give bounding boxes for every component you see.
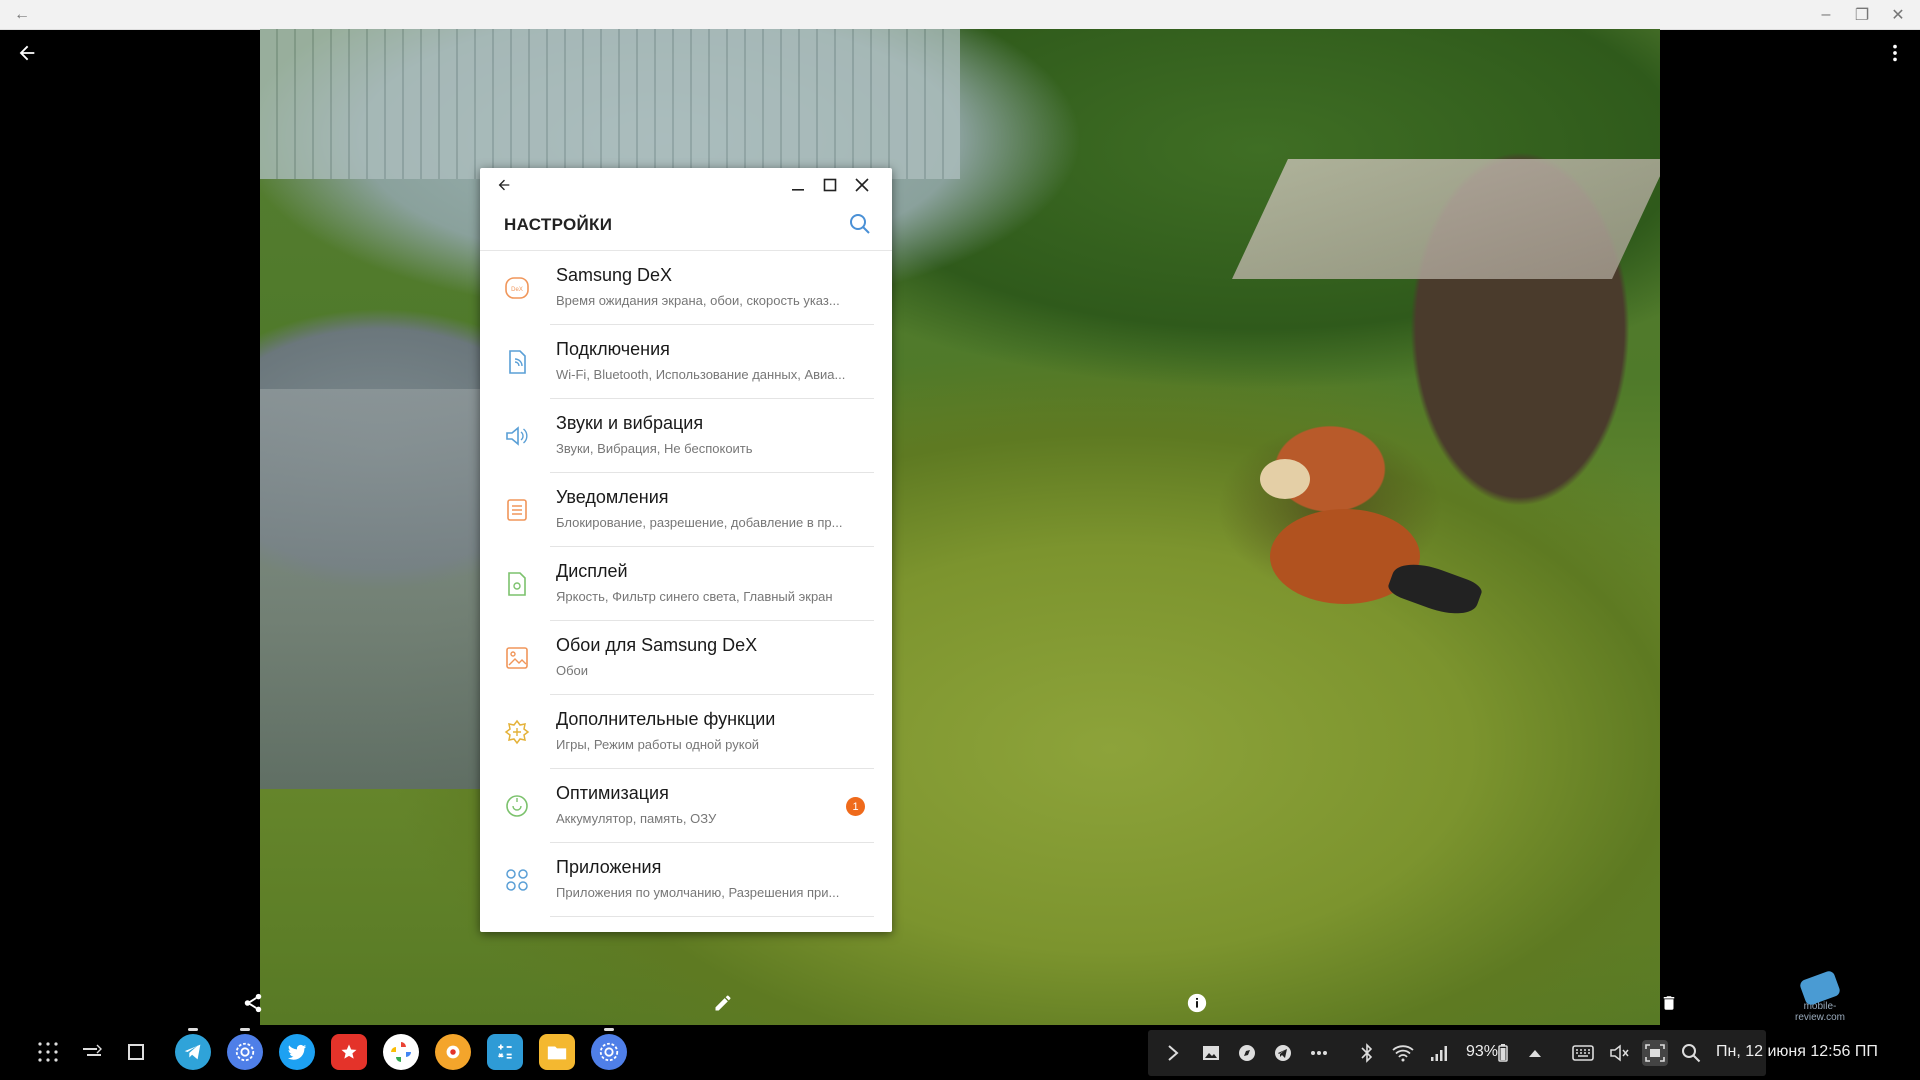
- wifi-icon[interactable]: [1390, 1040, 1416, 1066]
- minimize-button[interactable]: –: [1808, 0, 1844, 29]
- settings-item-notifications[interactable]: Уведомления Блокирование, разрешение, до…: [480, 473, 892, 547]
- wallpaper-icon: [504, 645, 530, 671]
- page-title: НАСТРОЙКИ: [504, 215, 613, 234]
- signal-strength-icon[interactable]: [1426, 1040, 1452, 1066]
- settings-item-apps[interactable]: Приложения Приложения по умолчанию, Разр…: [480, 843, 892, 917]
- more-options-icon[interactable]: [1878, 36, 1912, 70]
- date-time[interactable]: Пн, 12 июня 12:56 ПП: [1716, 1043, 1878, 1061]
- settings-item-display[interactable]: Дисплей Яркость, Фильтр синего света, Гл…: [480, 547, 892, 621]
- close-button[interactable]: ✕: [1880, 0, 1916, 29]
- recent-apps-icon[interactable]: [74, 1034, 110, 1070]
- info-icon[interactable]: [1180, 986, 1214, 1020]
- gallery-back-icon[interactable]: [10, 36, 44, 70]
- settings-app-icon[interactable]: [227, 1034, 263, 1070]
- settings-list: DeX Samsung DeX Время ожидания экрана, о…: [480, 251, 892, 917]
- settings-app-icon-2[interactable]: [591, 1034, 627, 1070]
- connections-icon: [504, 349, 530, 375]
- settings-item-samsung-dex[interactable]: DeX Samsung DeX Время ожидания экрана, о…: [480, 251, 892, 325]
- photos-app-icon[interactable]: [383, 1034, 419, 1070]
- compass-icon[interactable]: [1234, 1040, 1260, 1066]
- keyboard-icon[interactable]: [1570, 1040, 1596, 1066]
- search-icon-taskbar[interactable]: [1678, 1040, 1704, 1066]
- settings-item-connections[interactable]: Подключения Wi-Fi, Bluetooth, Использова…: [480, 325, 892, 399]
- svg-text:DeX: DeX: [511, 287, 523, 293]
- delete-icon[interactable]: [1652, 986, 1686, 1020]
- settings-window-titlebar: [480, 168, 892, 202]
- volume-muted-icon[interactable]: [1606, 1040, 1632, 1066]
- optimization-icon: [504, 793, 530, 819]
- back-arrow-icon[interactable]: ←: [4, 0, 40, 29]
- settings-item-advanced-features[interactable]: Дополнительные функции Игры, Режим работ…: [480, 695, 892, 769]
- apps-icon: [504, 867, 530, 893]
- settings-item-sounds[interactable]: Звуки и вибрация Звуки, Вибрация, Не бес…: [480, 399, 892, 473]
- battery-percentage: 93%: [1466, 1043, 1499, 1060]
- settings-item-optimization[interactable]: Оптимизация Аккумулятор, память, ОЗУ 1: [480, 769, 892, 843]
- battery-icon: [1496, 1040, 1510, 1066]
- bookmark-app-icon[interactable]: [331, 1034, 367, 1070]
- settings-window: НАСТРОЙКИ DeX Samsung DeX Время ожидания…: [480, 168, 892, 932]
- advanced-features-icon: [504, 719, 530, 745]
- restore-button[interactable]: ❐: [1844, 0, 1880, 29]
- caret-up-icon[interactable]: [1522, 1040, 1548, 1066]
- share-icon[interactable]: [236, 986, 270, 1020]
- telegram-notification-icon[interactable]: [1270, 1040, 1296, 1066]
- screen-capture-icon[interactable]: [1642, 1040, 1668, 1066]
- edit-icon[interactable]: [706, 986, 740, 1020]
- settings-back-icon[interactable]: [490, 171, 518, 199]
- bluetooth-icon[interactable]: [1354, 1040, 1380, 1066]
- gallery-app-icon[interactable]: [435, 1034, 471, 1070]
- sound-icon: [504, 423, 530, 449]
- home-button-icon[interactable]: [118, 1034, 154, 1070]
- apps-grid-icon[interactable]: [30, 1034, 66, 1070]
- telegram-app-icon[interactable]: [175, 1034, 211, 1070]
- chevron-right-icon[interactable]: [1160, 1040, 1186, 1066]
- image-notification-icon[interactable]: [1198, 1040, 1224, 1066]
- search-icon[interactable]: [848, 212, 876, 240]
- calculator-app-icon[interactable]: [487, 1034, 523, 1070]
- settings-maximize-icon[interactable]: [816, 171, 844, 199]
- display-icon: [504, 571, 530, 597]
- dex-window-titlebar: ← – ❐ ✕: [0, 0, 1920, 30]
- watermark: mobile-review.com: [1780, 969, 1860, 1025]
- settings-item-wallpaper[interactable]: Обои для Samsung DeX Обои: [480, 621, 892, 695]
- gallery-photo: [260, 29, 1660, 1025]
- dex-icon: DeX: [504, 275, 530, 301]
- twitter-app-icon[interactable]: [279, 1034, 315, 1070]
- more-notifications-icon[interactable]: [1306, 1040, 1332, 1066]
- notification-badge: 1: [846, 797, 865, 816]
- settings-minimize-icon[interactable]: [784, 171, 812, 199]
- settings-header: НАСТРОЙКИ: [480, 202, 892, 251]
- notifications-icon: [504, 497, 530, 523]
- settings-close-icon[interactable]: [848, 171, 876, 199]
- my-files-app-icon[interactable]: [539, 1034, 575, 1070]
